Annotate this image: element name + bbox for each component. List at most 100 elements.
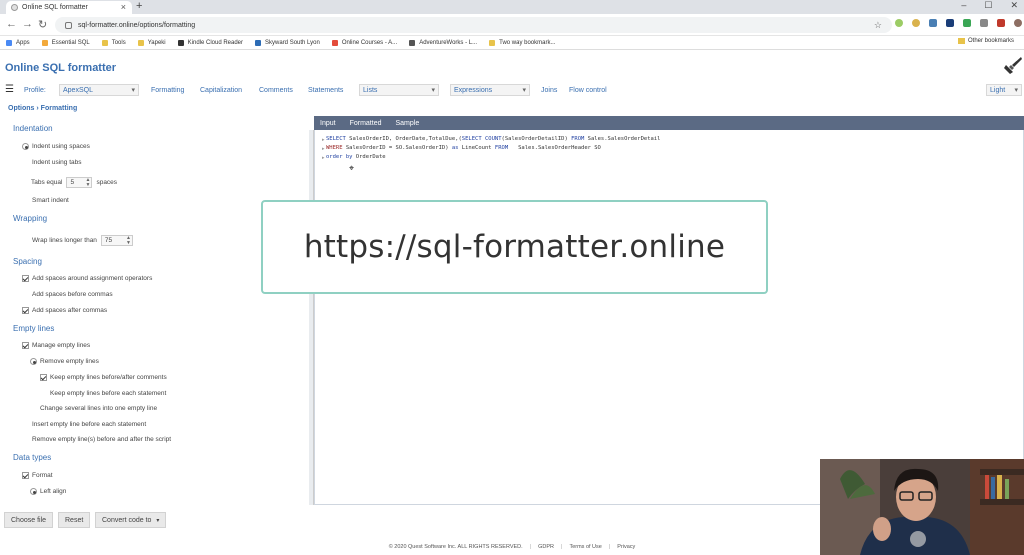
extension-blue-icon[interactable] [929, 19, 937, 27]
radio-icon[interactable] [30, 488, 37, 495]
sql-code[interactable]: SELECT SalesOrderID, OrderDate,TotalDue,… [326, 136, 661, 163]
expressions-select[interactable]: Expressions ▾ [450, 84, 530, 96]
profile-select-value: ApexSQL [63, 86, 93, 94]
checkbox-icon[interactable] [22, 307, 29, 314]
checkbox-icon[interactable] [40, 374, 47, 381]
extension-green2-icon[interactable] [963, 19, 971, 27]
hamburger-menu-icon[interactable]: ☰ [5, 84, 14, 95]
bookmark-item[interactable]: Yapeki [137, 39, 166, 46]
other-bookmarks[interactable]: Other bookmarks [958, 38, 1014, 44]
menu-formatting[interactable]: Formatting [151, 87, 184, 94]
close-window-icon[interactable]: ✕ [1010, 0, 1018, 11]
menu-statements[interactable]: Statements [308, 87, 343, 94]
new-tab-icon[interactable]: + [136, 0, 142, 12]
checkbox-icon[interactable] [22, 342, 29, 349]
forward-icon[interactable]: → [22, 18, 33, 30]
section-spacing: Spacing [13, 257, 42, 266]
format-data-types-option[interactable]: Format [22, 472, 53, 479]
extension-dark-icon[interactable] [946, 19, 954, 27]
profile-select[interactable]: ApexSQL ▾ [59, 84, 139, 96]
extension-red-icon[interactable] [997, 19, 1005, 27]
wrap-length-stepper[interactable]: 75 ▲ ▼ [100, 235, 133, 246]
url-overlay-banner: https://sql-formatter.online [261, 200, 768, 294]
avatar-icon[interactable] [1014, 19, 1022, 27]
terms-link[interactable]: Terms of Use [569, 544, 601, 550]
maximize-icon[interactable]: ☐ [984, 0, 992, 11]
change-several-lines-option[interactable]: Change several lines into one empty line [30, 405, 157, 412]
tab-formatted[interactable]: Formatted [350, 120, 382, 127]
checkbox-icon[interactable] [22, 275, 29, 282]
menu-capitalization[interactable]: Capitalization [200, 87, 242, 94]
option-label: Keep empty lines before each statement [50, 390, 167, 397]
chevron-down-icon: ▾ [131, 87, 135, 94]
choose-file-button[interactable]: Choose file [4, 512, 54, 528]
star-icon[interactable]: ☆ [874, 20, 882, 31]
indent-spaces-option[interactable]: Indent using spaces [22, 143, 90, 150]
bookmark-item[interactable]: Apps [6, 39, 30, 46]
reload-icon[interactable]: ↻ [38, 18, 47, 31]
option-label: Change several lines into one empty line [40, 405, 158, 412]
spinner-icon[interactable]: ▲ ▼ [86, 178, 91, 188]
remove-empty-lines-option[interactable]: Remove empty lines [30, 358, 99, 365]
extension-yellow-icon[interactable] [912, 19, 920, 27]
spaces-after-commas-option[interactable]: Add spaces after commas [22, 307, 107, 314]
browser-tab[interactable]: Online SQL formatter × [6, 1, 132, 14]
url-bar[interactable]: sql-formatter.online/options/formatting … [55, 17, 892, 33]
extension-green-icon[interactable] [895, 19, 903, 27]
chevron-down-icon: ▾ [431, 87, 435, 94]
bookmark-icon [409, 39, 416, 46]
keep-empty-lines-comments-option[interactable]: Keep empty lines before/after comments [40, 374, 167, 381]
bookmark-icon [255, 39, 262, 46]
convert-code-button[interactable]: Convert code to ▾ [95, 512, 167, 528]
editor-tabs: Input Formatted Sample [314, 116, 1024, 130]
app-title[interactable]: Online SQL formatter [5, 62, 116, 74]
bookmark-item[interactable]: Online Courses - A... [331, 39, 397, 46]
bookmark-item[interactable]: Skyward South Lyon [255, 39, 320, 46]
spinner-icon[interactable]: ▲ ▼ [126, 236, 131, 246]
minimize-icon[interactable]: – [961, 0, 966, 11]
mouse-cursor-icon: ⌖ [349, 163, 355, 173]
back-icon[interactable]: ← [6, 18, 17, 30]
theme-select[interactable]: Light ▾ [986, 84, 1022, 96]
lists-select-value: Lists [363, 86, 378, 94]
tab-sample[interactable]: Sample [395, 120, 419, 127]
bookmark-icon [177, 39, 184, 46]
lists-select[interactable]: Lists ▾ [359, 84, 439, 96]
remove-empty-lines-script-option[interactable]: Remove empty line(s) before and after th… [22, 436, 171, 443]
reset-button[interactable]: Reset [58, 512, 91, 528]
smart-indent-option[interactable]: Smart indent [22, 197, 69, 204]
bookmark-item[interactable]: Kindle Cloud Reader [177, 39, 243, 46]
extensions: ⋮ [895, 19, 1024, 27]
insert-empty-line-option[interactable]: Insert empty line before each statement [22, 421, 146, 428]
bookmark-item[interactable]: AdventureWorks - L... [409, 39, 477, 46]
keep-empty-lines-statement-option[interactable]: Keep empty lines before each statement [40, 390, 166, 397]
chevron-down-icon: ▾ [522, 87, 526, 94]
menu-comments[interactable]: Comments [259, 87, 293, 94]
menu-flow-control[interactable]: Flow control [569, 87, 607, 94]
bookmark-item[interactable]: Two way bookmark... [489, 39, 555, 46]
bookmark-item[interactable]: Tools [101, 39, 126, 46]
spaces-around-assignment-option[interactable]: Add spaces around assignment operators [22, 275, 152, 282]
sql-editor[interactable] [314, 116, 1024, 505]
left-align-option[interactable]: Left align [30, 488, 66, 495]
indent-tabs-option[interactable]: Indent using tabs [22, 159, 82, 166]
theme-select-value: Light [990, 86, 1006, 94]
bookmark-item[interactable]: Essential SQL [41, 39, 90, 46]
checkbox-icon[interactable] [22, 472, 29, 479]
close-tab-icon[interactable]: × [121, 2, 126, 12]
wrap-lines-row[interactable]: Wrap lines longer than 75 ▲ ▼ [22, 235, 137, 246]
extension-gray-icon[interactable] [980, 19, 988, 27]
spaces-before-commas-option[interactable]: Add spaces before commas [22, 291, 113, 298]
gdpr-link[interactable]: GDPR [538, 544, 554, 550]
tab-input[interactable]: Input [320, 120, 336, 127]
bookmark-label: Essential SQL [51, 39, 90, 46]
privacy-link[interactable]: Privacy [617, 544, 635, 550]
radio-icon[interactable] [30, 358, 37, 365]
menu-joins[interactable]: Joins [541, 87, 557, 94]
tabs-equal-stepper[interactable]: 5 ▲ ▼ [66, 177, 93, 188]
option-label: Add spaces before commas [32, 291, 113, 298]
code-token: WHERE [326, 145, 343, 151]
radio-icon[interactable] [22, 143, 29, 150]
bookmark-icon [331, 39, 338, 46]
manage-empty-lines-option[interactable]: Manage empty lines [22, 342, 90, 349]
